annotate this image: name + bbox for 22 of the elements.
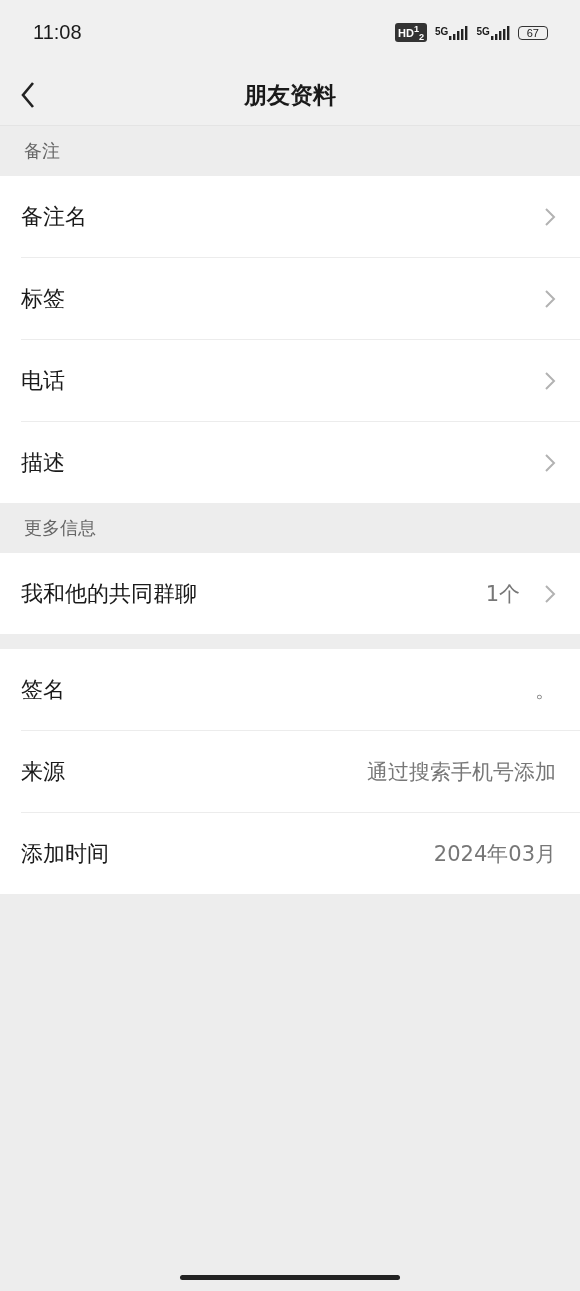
row-label: 添加时间 <box>21 839 110 868</box>
row-label: 备注名 <box>21 202 88 231</box>
row-value: 通过搜索手机号添加 <box>367 758 556 786</box>
row-label: 标签 <box>21 284 66 313</box>
page-title: 朋友资料 <box>244 80 336 110</box>
row-value: 1个 <box>485 580 520 608</box>
section-label: 更多信息 <box>23 516 97 540</box>
status-time: 11:08 <box>33 21 82 44</box>
row-label: 描述 <box>21 448 66 477</box>
signal-icon <box>448 25 469 40</box>
row-label: 电话 <box>21 366 66 395</box>
battery-indicator: 67 <box>517 25 548 40</box>
network-label: 5G <box>476 25 490 37</box>
network-label: 5G <box>435 25 449 37</box>
row-value: 。 <box>535 676 556 704</box>
signal-icon <box>489 25 510 40</box>
row-label: 我和他的共同群聊 <box>21 579 198 608</box>
row-value: 2024年03月 <box>433 840 556 868</box>
row-label: 来源 <box>21 757 66 786</box>
row-label: 签名 <box>21 675 66 704</box>
back-icon[interactable] <box>20 81 36 109</box>
section-label: 备注 <box>23 139 61 163</box>
